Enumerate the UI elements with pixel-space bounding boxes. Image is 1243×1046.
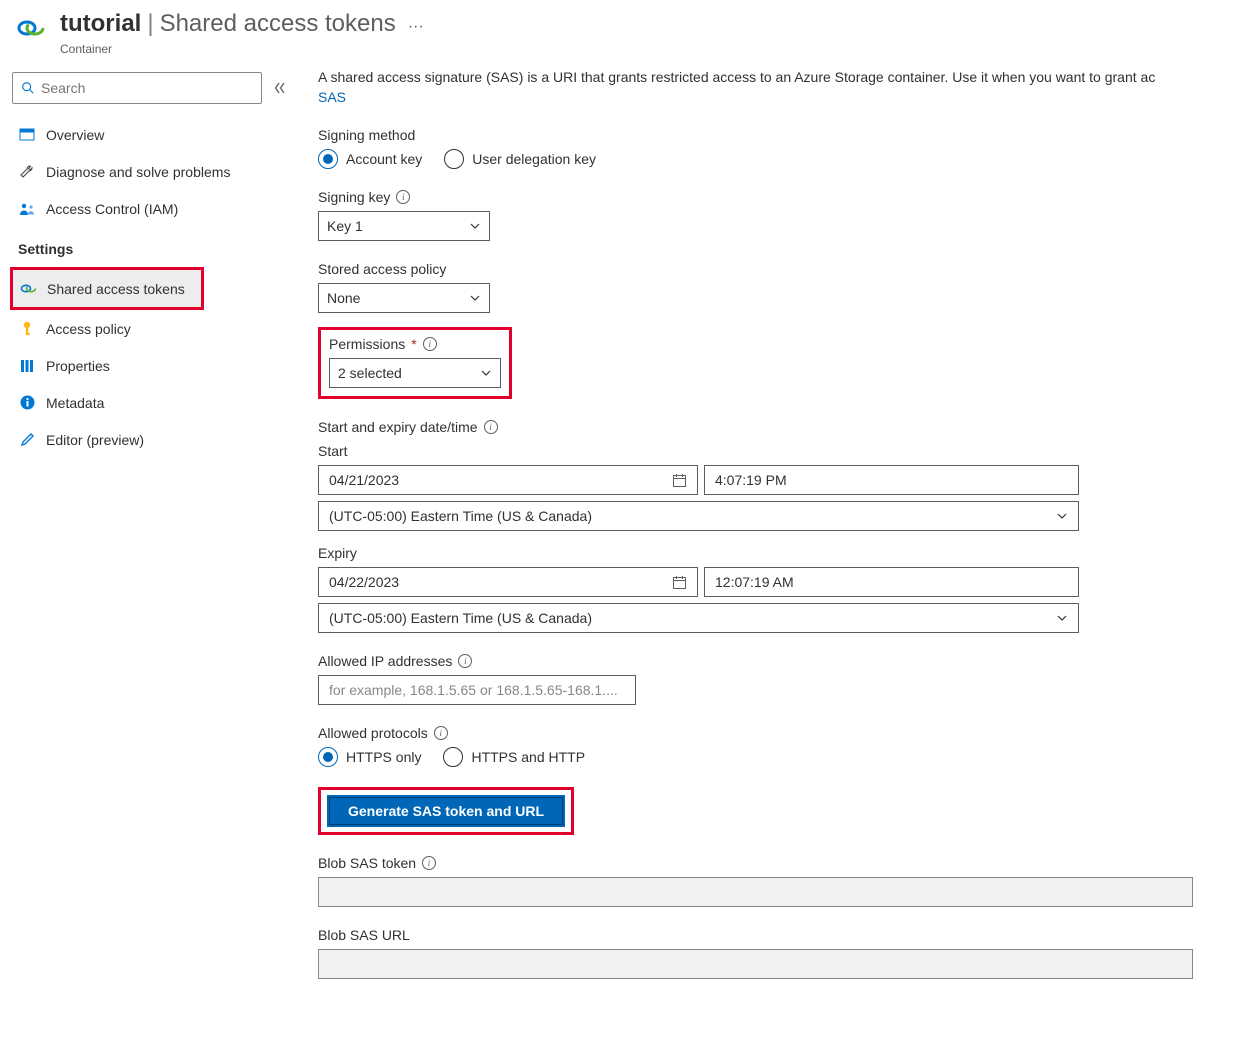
expiry-timezone-select[interactable]: (UTC-05:00) Eastern Time (US & Canada) <box>318 603 1079 633</box>
sidebar-item-shared-access-tokens[interactable]: Shared access tokens <box>13 270 201 307</box>
chevron-down-icon <box>469 292 481 304</box>
tz-value: (UTC-05:00) Eastern Time (US & Canada) <box>329 508 592 524</box>
sidebar-item-label: Shared access tokens <box>47 281 185 297</box>
expiry-label: Expiry <box>318 545 1243 561</box>
sidebar-item-label: Metadata <box>46 395 104 411</box>
pencil-icon <box>18 431 36 449</box>
sidebar-item-label: Access policy <box>46 321 131 337</box>
intro-text: A shared access signature (SAS) is a URI… <box>318 68 1218 107</box>
permissions-label: Permissions <box>329 336 405 352</box>
start-expiry-label: Start and expiry date/time <box>318 419 478 435</box>
radio-unselected-icon <box>443 747 463 767</box>
sidebar-item-iam[interactable]: Access Control (IAM) <box>12 190 298 227</box>
expiry-date-input[interactable]: 04/22/2023 <box>318 567 698 597</box>
sidebar-item-properties[interactable]: Properties <box>12 347 298 384</box>
chevron-down-icon <box>1056 510 1068 522</box>
protocol-https-only-radio[interactable]: HTTPS only <box>318 747 421 767</box>
calendar-icon <box>672 575 687 590</box>
container-icon <box>14 10 48 44</box>
date-value: 04/22/2023 <box>329 574 399 590</box>
signing-method-user-delegation-radio[interactable]: User delegation key <box>444 149 596 169</box>
sidebar-search[interactable] <box>12 72 262 104</box>
page-header: tutorial | Shared access tokens ··· Cont… <box>0 0 1243 60</box>
search-input[interactable] <box>41 80 253 96</box>
sidebar: Overview Diagnose and solve problems Acc… <box>0 60 298 1009</box>
start-date-input[interactable]: 04/21/2023 <box>318 465 698 495</box>
calendar-icon <box>672 473 687 488</box>
date-value: 04/21/2023 <box>329 472 399 488</box>
blob-sas-url-label: Blob SAS URL <box>318 927 1243 943</box>
blob-sas-token-label: Blob SAS token <box>318 855 416 871</box>
generate-sas-button[interactable]: Generate SAS token and URL <box>327 795 565 827</box>
info-icon[interactable]: i <box>422 856 436 870</box>
expiry-time-input[interactable]: 12:07:19 AM <box>704 567 1079 597</box>
blob-sas-url-output[interactable] <box>318 949 1193 979</box>
required-asterisk: * <box>411 336 416 352</box>
chevron-down-icon <box>469 220 481 232</box>
link-icon <box>19 280 37 298</box>
sidebar-item-label: Editor (preview) <box>46 432 144 448</box>
chevron-down-icon <box>480 367 492 379</box>
start-timezone-select[interactable]: (UTC-05:00) Eastern Time (US & Canada) <box>318 501 1079 531</box>
resource-name: tutorial <box>60 10 141 38</box>
blob-sas-token-output[interactable] <box>318 877 1193 907</box>
allowed-ip-input[interactable] <box>318 675 636 705</box>
info-icon[interactable]: i <box>396 190 410 204</box>
overview-icon <box>18 126 36 144</box>
select-value: Key 1 <box>327 218 363 234</box>
sidebar-item-label: Properties <box>46 358 110 374</box>
radio-label: HTTPS only <box>346 749 421 765</box>
info-icon[interactable]: i <box>484 420 498 434</box>
wrench-icon <box>18 163 36 181</box>
people-icon <box>18 200 36 218</box>
info-icon[interactable]: i <box>434 726 448 740</box>
resource-type-label: Container <box>60 42 1229 56</box>
select-value: 2 selected <box>338 365 402 381</box>
time-value: 4:07:19 PM <box>715 472 787 488</box>
radio-selected-icon <box>318 149 338 169</box>
info-icon[interactable]: i <box>458 654 472 668</box>
sas-learn-link[interactable]: SAS <box>318 89 346 105</box>
sidebar-item-label: Access Control (IAM) <box>46 201 178 217</box>
start-label: Start <box>318 443 1243 459</box>
info-icon <box>18 394 36 412</box>
radio-label: User delegation key <box>472 151 596 167</box>
select-value: None <box>327 290 360 306</box>
main-content: A shared access signature (SAS) is a URI… <box>298 60 1243 1009</box>
allowed-protocols-label: Allowed protocols <box>318 725 428 741</box>
tz-value: (UTC-05:00) Eastern Time (US & Canada) <box>329 610 592 626</box>
sidebar-item-overview[interactable]: Overview <box>12 116 298 153</box>
signing-method-account-key-radio[interactable]: Account key <box>318 149 422 169</box>
collapse-sidebar-button[interactable] <box>270 78 290 98</box>
title-separator: | <box>147 10 153 38</box>
signing-key-select[interactable]: Key 1 <box>318 211 490 241</box>
sidebar-item-editor[interactable]: Editor (preview) <box>12 421 298 458</box>
time-value: 12:07:19 AM <box>715 574 794 590</box>
signing-key-label: Signing key <box>318 189 390 205</box>
radio-label: Account key <box>346 151 422 167</box>
chevron-down-icon <box>1056 612 1068 624</box>
protocol-https-and-http-radio[interactable]: HTTPS and HTTP <box>443 747 585 767</box>
radio-selected-icon <box>318 747 338 767</box>
sidebar-item-label: Overview <box>46 127 104 143</box>
key-icon <box>18 320 36 338</box>
sidebar-item-diagnose[interactable]: Diagnose and solve problems <box>12 153 298 190</box>
radio-label: HTTPS and HTTP <box>471 749 585 765</box>
sidebar-item-metadata[interactable]: Metadata <box>12 384 298 421</box>
permissions-select[interactable]: 2 selected <box>329 358 501 388</box>
stored-policy-select[interactable]: None <box>318 283 490 313</box>
page-title: Shared access tokens <box>160 10 396 38</box>
sidebar-section-settings: Settings <box>12 227 298 267</box>
start-time-input[interactable]: 4:07:19 PM <box>704 465 1079 495</box>
stored-policy-label: Stored access policy <box>318 261 1243 277</box>
sidebar-item-label: Diagnose and solve problems <box>46 164 230 180</box>
radio-unselected-icon <box>444 149 464 169</box>
properties-icon <box>18 357 36 375</box>
info-icon[interactable]: i <box>423 337 437 351</box>
sidebar-item-access-policy[interactable]: Access policy <box>12 310 298 347</box>
more-actions-button[interactable]: ··· <box>402 14 430 40</box>
allowed-ip-label: Allowed IP addresses <box>318 653 452 669</box>
search-icon <box>21 81 35 95</box>
signing-method-label: Signing method <box>318 127 1243 143</box>
